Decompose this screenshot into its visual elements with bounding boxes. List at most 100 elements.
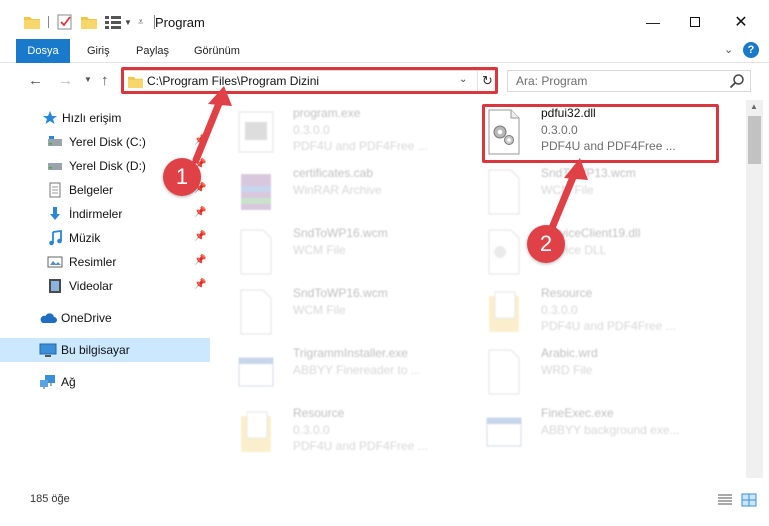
sidebar-item-this-pc[interactable]: Bu bilgisayar <box>0 338 210 362</box>
documents-icon <box>49 182 61 198</box>
maximize-button[interactable] <box>680 10 710 34</box>
file-name: Resource <box>293 406 345 420</box>
ribbon-tabs: Dosya Giriş Paylaş Görünüm ⌄ ? <box>0 39 769 95</box>
sidebar-item-drive-c[interactable]: Yerel Disk (C:) 📌 <box>0 130 210 154</box>
pin-icon[interactable]: 📌 <box>194 207 206 218</box>
help-icon[interactable]: ? <box>743 42 759 58</box>
sidebar-item-label: Resimler <box>69 255 117 269</box>
file-detail: ABBYY background exe... <box>541 423 680 437</box>
download-icon <box>50 207 60 220</box>
chevron-down-icon[interactable]: ⌄ <box>459 74 467 85</box>
dll-gear-icon <box>488 229 520 275</box>
file-item[interactable]: SndToWP16.wcm WCM File <box>235 224 475 280</box>
file-detail: 0.3.0.0 <box>293 423 330 437</box>
pin-icon[interactable]: 📌 <box>194 255 206 266</box>
refresh-icon[interactable]: ↻ <box>477 71 497 91</box>
close-button[interactable]: ✕ <box>726 10 756 34</box>
tab-view[interactable]: Görünüm <box>194 39 240 63</box>
address-bar[interactable]: C:\Program Files\Program Dizini ⌄ ↻ <box>121 70 498 92</box>
sidebar-item-pictures[interactable]: Resimler 📌 <box>0 250 210 274</box>
folder-doc-icon <box>489 291 519 332</box>
file-icon <box>488 169 520 215</box>
sidebar-item-quick-access[interactable]: Hızlı erişim <box>0 106 210 130</box>
file-item[interactable]: Resource 0.3.0.0 PDF4U and PDF4Free ... <box>235 404 475 460</box>
file-name: SndToWP16.wcm <box>293 286 388 300</box>
sidebar-item-downloads[interactable]: İndirmeler 📌 <box>0 202 210 226</box>
app-window-icon <box>486 417 522 447</box>
file-item[interactable]: SndToWP13.wcm WCM File <box>483 164 723 220</box>
file-name: Resource <box>541 286 593 300</box>
customize-toolbar-icon[interactable]: ⩡ <box>138 17 144 28</box>
file-item[interactable]: Resource 0.3.0.0 PDF4U and PDF4Free ... <box>483 284 723 340</box>
quick-access-toolbar: ▼ ⩡ <box>24 14 155 30</box>
search-icon[interactable] <box>729 73 745 89</box>
forward-button[interactable]: → <box>58 72 73 89</box>
archive-icon <box>241 174 271 210</box>
sidebar-item-network[interactable]: Ağ <box>0 370 210 394</box>
callout-badge-2: 2 <box>527 225 565 263</box>
file-icon <box>488 349 520 395</box>
sidebar-item-label: Müzik <box>69 231 101 245</box>
file-item[interactable]: TrigrammInstaller.exe ABBYY Finereader t… <box>235 344 475 400</box>
file-item[interactable]: certificates.cab WinRAR Archive <box>235 164 475 220</box>
file-detail: ABBYY Finereader to ... <box>293 363 421 377</box>
file-detail: PDF4U and PDF4Free ... <box>293 439 428 453</box>
folder-icon <box>128 76 143 88</box>
sidebar-item-label: Bu bilgisayar <box>61 343 130 357</box>
pin-icon[interactable]: 📌 <box>194 135 206 146</box>
file-item[interactable]: FineExec.exe ABBYY background exe... <box>483 404 723 460</box>
search-input[interactable]: Ara: Program <box>507 70 751 92</box>
file-item[interactable]: program.exe 0.3.0.0 PDF4U and PDF4Free .… <box>235 104 475 160</box>
sidebar-item-onedrive[interactable]: OneDrive <box>0 306 210 330</box>
view-details-icon[interactable] <box>105 15 121 29</box>
drive-icon <box>48 163 62 170</box>
back-button[interactable]: ← <box>28 72 43 89</box>
music-icon <box>49 230 62 246</box>
sidebar-item-videos[interactable]: Videolar 📌 <box>0 274 210 298</box>
pictures-icon <box>47 256 63 268</box>
window-title: Program <box>155 15 205 30</box>
tab-home[interactable]: Giriş <box>87 39 110 63</box>
properties-icon[interactable] <box>57 14 73 30</box>
file-item[interactable]: Arabic.wrd WRD File <box>483 344 723 400</box>
file-detail: WCM File <box>293 303 346 317</box>
recent-locations-button[interactable]: ▼ <box>84 75 92 84</box>
pin-icon[interactable]: 📌 <box>194 231 206 242</box>
file-name: Arabic.wrd <box>541 346 598 360</box>
pin-icon[interactable]: 📌 <box>194 279 206 290</box>
file-detail: WRD File <box>541 363 593 377</box>
chevron-down-icon[interactable]: ▼ <box>124 18 132 27</box>
title-bar: ▼ ⩡ Program — ✕ <box>0 0 769 44</box>
up-button[interactable]: ↑ <box>101 72 109 89</box>
navigation-pane: Hızlı erişim Yerel Disk (C:) 📌 Yerel Dis… <box>0 100 210 480</box>
scrollbar-thumb[interactable] <box>748 116 761 164</box>
file-detail: WinRAR Archive <box>293 183 382 197</box>
file-icon <box>240 229 272 275</box>
file-name: pdfui32.dll <box>541 106 596 120</box>
folder-icon <box>24 17 40 29</box>
vertical-scrollbar[interactable]: ▲ <box>746 100 763 478</box>
new-folder-icon[interactable] <box>81 15 97 29</box>
large-icons-view-icon[interactable] <box>741 493 757 507</box>
details-view-icon[interactable] <box>717 493 733 507</box>
file-item[interactable]: ServiceClient19.dll Service DLL <box>483 224 723 280</box>
address-path[interactable]: C:\Program Files\Program Dizini <box>147 74 319 88</box>
file-item-pdfui32[interactable]: pdfui32.dll 0.3.0.0 PDF4U and PDF4Free .… <box>483 104 723 160</box>
drive-icon <box>48 136 62 146</box>
minimize-button[interactable]: — <box>638 10 668 34</box>
file-detail: PDF4U and PDF4Free ... <box>293 139 428 153</box>
tab-share[interactable]: Paylaş <box>136 39 169 63</box>
dll-gear-icon <box>488 109 520 155</box>
file-item[interactable]: SndToWP16.wcm WCM File <box>235 284 475 340</box>
arrow-right-icon: → <box>58 72 73 89</box>
file-detail: WCM File <box>293 243 346 257</box>
sidebar-item-music[interactable]: Müzik 📌 <box>0 226 210 250</box>
sidebar-item-label: İndirmeler <box>69 207 123 221</box>
computer-icon <box>39 343 57 357</box>
maximize-icon <box>690 17 700 27</box>
file-detail: 0.3.0.0 <box>541 303 578 317</box>
file-name: SndToWP16.wcm <box>293 226 388 240</box>
scroll-up-icon[interactable]: ▲ <box>750 102 758 111</box>
expand-ribbon-icon[interactable]: ⌄ <box>724 43 733 56</box>
status-bar: 185 öğe <box>0 486 769 516</box>
